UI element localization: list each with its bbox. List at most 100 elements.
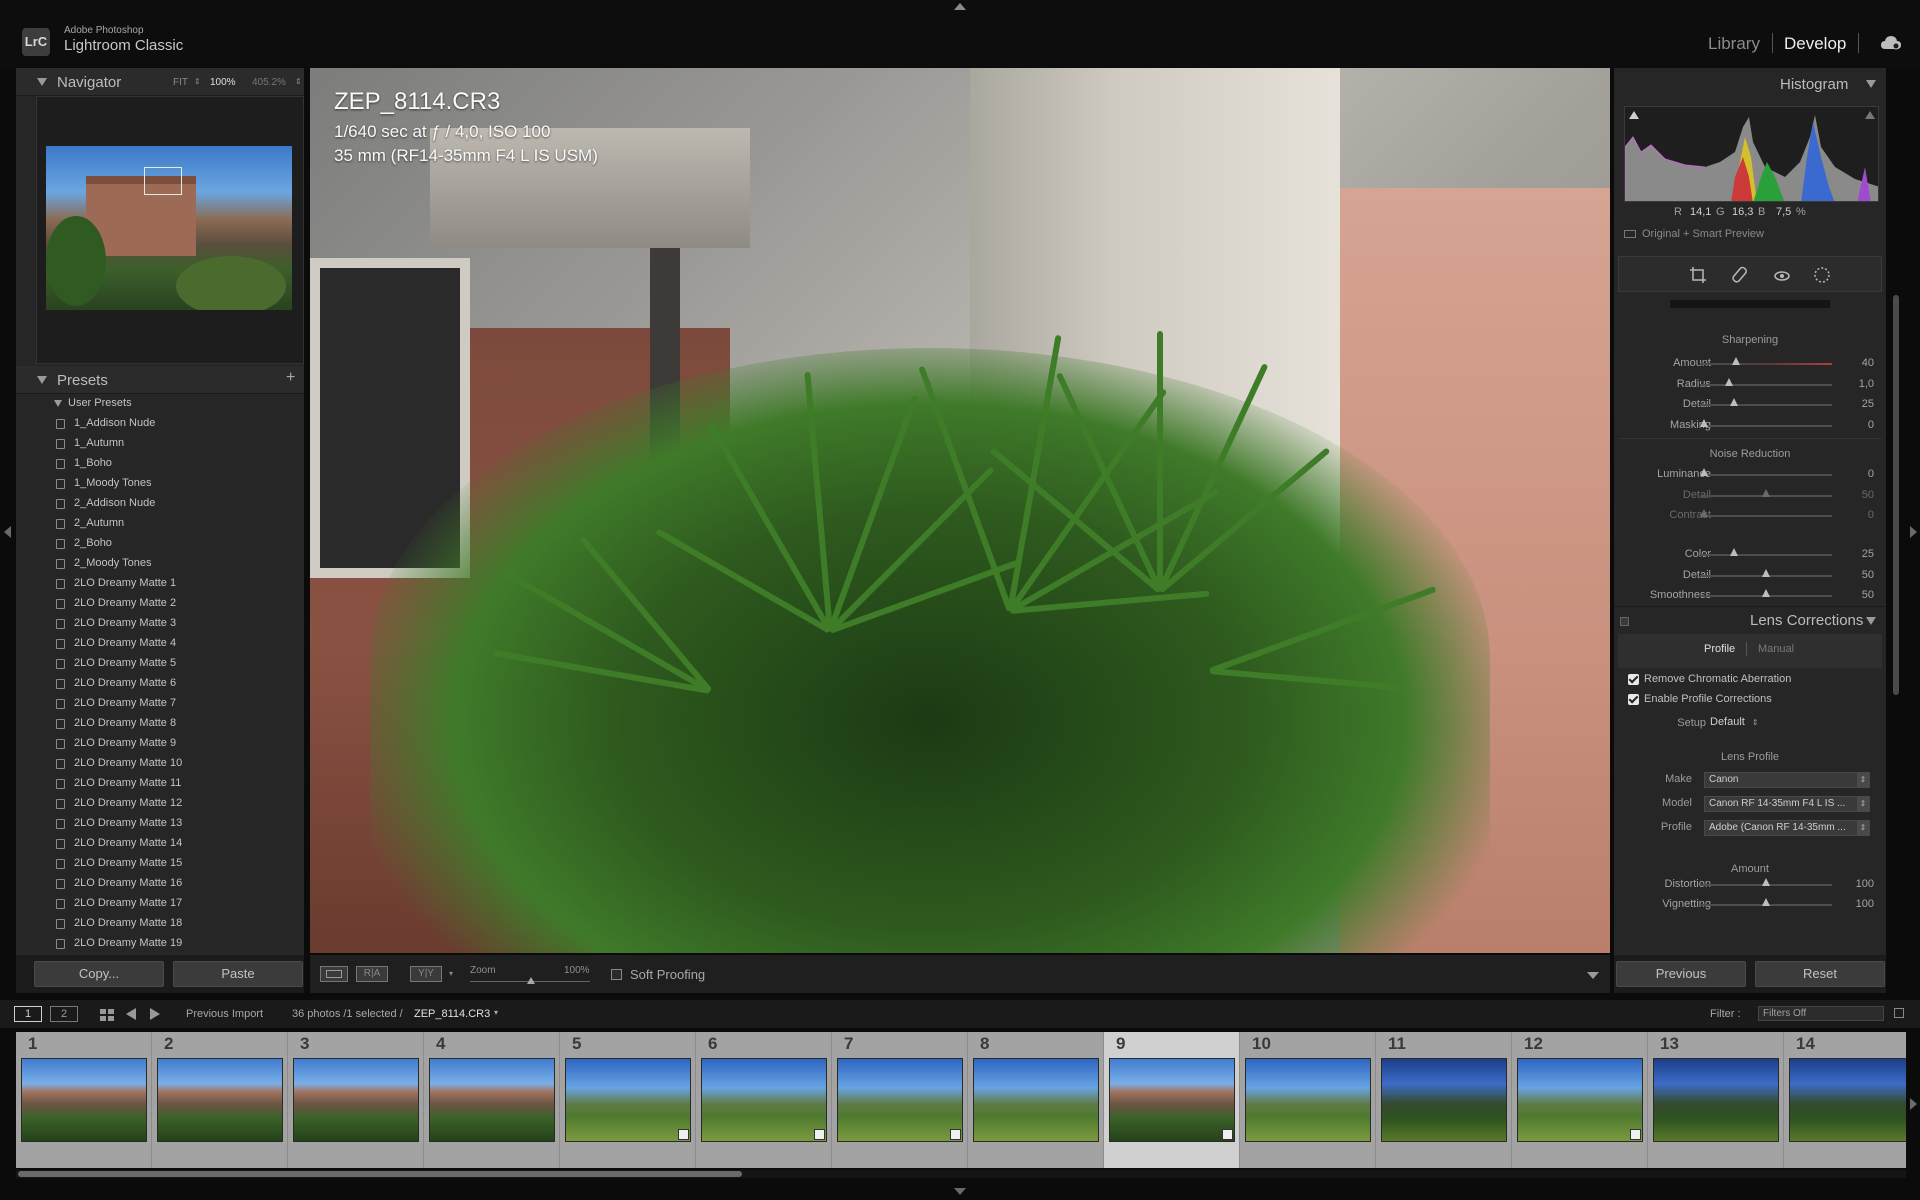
healing-icon[interactable] bbox=[1731, 266, 1749, 284]
right-panel-scrollbar[interactable] bbox=[1893, 295, 1899, 695]
slider-luminance[interactable]: Luminance 0 bbox=[1614, 466, 1886, 484]
right-panel-toggle-icon[interactable] bbox=[1910, 526, 1917, 538]
toolbar-menu-icon[interactable] bbox=[1587, 972, 1599, 979]
filmstrip-cell[interactable]: 7 bbox=[832, 1032, 968, 1168]
preset-item[interactable]: 2LO Dreamy Matte 17 bbox=[34, 894, 304, 914]
slider-value[interactable]: 50 bbox=[1862, 569, 1874, 581]
soft-proofing-checkbox[interactable] bbox=[611, 969, 622, 980]
slider-thumb[interactable] bbox=[1700, 509, 1708, 517]
preset-item[interactable]: 1_Moody Tones bbox=[34, 474, 304, 494]
main-screen-button[interactable]: 1 bbox=[14, 1006, 42, 1022]
photo-thumbnail[interactable] bbox=[1381, 1058, 1507, 1142]
slider-track[interactable] bbox=[1700, 554, 1832, 556]
photo-thumbnail[interactable] bbox=[1109, 1058, 1235, 1142]
filmstrip-cell[interactable]: 6 bbox=[696, 1032, 832, 1168]
expand-triangle-icon[interactable] bbox=[54, 400, 62, 407]
model-select[interactable]: Canon RF 14-35mm F4 L IS ... ⇕ bbox=[1704, 796, 1870, 812]
masking-icon[interactable] bbox=[1813, 266, 1831, 284]
setup-dropdown[interactable]: Default ⇕ bbox=[1710, 716, 1759, 728]
copy-button[interactable]: Copy... bbox=[34, 961, 164, 987]
preset-item[interactable]: 2LO Dreamy Matte 2 bbox=[34, 594, 304, 614]
filmstrip-cell[interactable]: 13 bbox=[1648, 1032, 1784, 1168]
filmstrip-cell[interactable]: 8 bbox=[968, 1032, 1104, 1168]
filmstrip-cell[interactable]: 1 bbox=[16, 1032, 152, 1168]
filmstrip-cell[interactable]: 2 bbox=[152, 1032, 288, 1168]
preset-item[interactable]: 2LO Dreamy Matte 13 bbox=[34, 814, 304, 834]
filmstrip-cell[interactable]: 3 bbox=[288, 1032, 424, 1168]
enable-profile-checkbox[interactable] bbox=[1628, 694, 1639, 705]
edited-badge-icon[interactable] bbox=[814, 1129, 825, 1140]
lens-corrections-header[interactable]: Lens Corrections bbox=[1614, 606, 1886, 634]
slider-track[interactable] bbox=[1700, 515, 1832, 517]
slider-value[interactable]: 100 bbox=[1856, 898, 1874, 910]
slider-thumb[interactable] bbox=[1730, 548, 1738, 556]
filmstrip-cell[interactable]: 5 bbox=[560, 1032, 696, 1168]
navigator-preview[interactable] bbox=[36, 96, 304, 364]
add-preset-icon[interactable]: + bbox=[286, 369, 295, 387]
smart-preview-status[interactable]: Original + Smart Preview bbox=[1624, 228, 1764, 240]
preset-item[interactable]: 2LO Dreamy Matte 8 bbox=[34, 714, 304, 734]
slider-thumb[interactable] bbox=[1762, 878, 1770, 886]
filmstrip-cell[interactable]: 14 bbox=[1784, 1032, 1906, 1168]
navigator-view-box[interactable] bbox=[144, 167, 182, 195]
preset-item[interactable]: 2LO Dreamy Matte 16 bbox=[34, 874, 304, 894]
filmstrip-cell[interactable]: 4 bbox=[424, 1032, 560, 1168]
slider-thumb[interactable] bbox=[1700, 468, 1708, 476]
photo-thumbnail[interactable] bbox=[157, 1058, 283, 1142]
zoom-100[interactable]: 100% bbox=[210, 77, 236, 88]
slider-thumb[interactable] bbox=[1700, 418, 1708, 427]
tab-profile[interactable]: Profile bbox=[1704, 643, 1735, 655]
edited-badge-icon[interactable] bbox=[950, 1129, 961, 1140]
highlight-clipping-icon[interactable] bbox=[1865, 111, 1875, 119]
crop-icon[interactable] bbox=[1689, 266, 1707, 284]
preset-item[interactable]: 2LO Dreamy Matte 6 bbox=[34, 674, 304, 694]
preset-item[interactable]: 2LO Dreamy Matte 5 bbox=[34, 654, 304, 674]
bottom-panel-toggle-icon[interactable] bbox=[954, 1188, 966, 1195]
photo-thumbnail[interactable] bbox=[1517, 1058, 1643, 1142]
slider-thumb[interactable] bbox=[1762, 568, 1770, 577]
slider-amount[interactable]: Amount 40 bbox=[1614, 355, 1886, 373]
second-screen-button[interactable]: 2 bbox=[50, 1006, 78, 1022]
preset-item[interactable]: 2_Addison Nude bbox=[34, 494, 304, 514]
preset-item[interactable]: 2LO Dreamy Matte 9 bbox=[34, 734, 304, 754]
filmstrip-cell[interactable]: 10 bbox=[1240, 1032, 1376, 1168]
slider-track[interactable] bbox=[1700, 404, 1832, 406]
preset-item[interactable]: 2LO Dreamy Matte 4 bbox=[34, 634, 304, 654]
presets-header[interactable]: Presets + bbox=[16, 366, 304, 394]
top-panel-toggle-icon[interactable] bbox=[954, 3, 966, 10]
slider-value[interactable]: 25 bbox=[1862, 398, 1874, 410]
filmstrip-cell[interactable]: 11 bbox=[1376, 1032, 1512, 1168]
shadow-clipping-icon[interactable] bbox=[1629, 111, 1639, 119]
slider-track[interactable] bbox=[1700, 424, 1832, 427]
module-develop[interactable]: Develop bbox=[1784, 34, 1846, 54]
slider-color[interactable]: Color 25 bbox=[1614, 546, 1886, 564]
slider-thumb[interactable] bbox=[1762, 898, 1770, 906]
edited-badge-icon[interactable] bbox=[1630, 1129, 1641, 1140]
filmstrip-scroll-right-icon[interactable] bbox=[1910, 1098, 1917, 1110]
preset-item[interactable]: 2LO Dreamy Matte 14 bbox=[34, 834, 304, 854]
slider-distortion[interactable]: Distortion 100 bbox=[1614, 876, 1886, 894]
slider-vignetting[interactable]: Vignetting 100 bbox=[1614, 896, 1886, 914]
grid-view-icon[interactable] bbox=[100, 1008, 114, 1026]
zoom-slider-thumb[interactable] bbox=[527, 977, 535, 984]
slider-track[interactable] bbox=[1700, 474, 1832, 476]
photo-thumbnail[interactable] bbox=[429, 1058, 555, 1142]
collapse-triangle-icon[interactable] bbox=[37, 78, 47, 86]
tab-manual[interactable]: Manual bbox=[1758, 643, 1794, 655]
photo-thumbnail[interactable] bbox=[973, 1058, 1099, 1142]
previous-photo-icon[interactable] bbox=[126, 1008, 136, 1020]
slider-detail[interactable]: Detail 50 bbox=[1614, 487, 1886, 505]
preset-item[interactable]: 1_Addison Nude bbox=[34, 414, 304, 434]
histogram-graph[interactable] bbox=[1624, 106, 1879, 202]
view-options-chevron-icon[interactable]: ▾ bbox=[449, 969, 453, 978]
slider-radius[interactable]: Radius 1,0 bbox=[1614, 376, 1886, 394]
filter-select[interactable]: Filters Off bbox=[1758, 1006, 1884, 1021]
preset-item[interactable]: 2_Moody Tones bbox=[34, 554, 304, 574]
slider-detail[interactable]: Detail 25 bbox=[1614, 396, 1886, 414]
left-panel-toggle-icon[interactable] bbox=[4, 526, 11, 538]
slider-thumb[interactable] bbox=[1762, 488, 1770, 497]
slider-value[interactable]: 50 bbox=[1862, 489, 1874, 501]
slider-value[interactable]: 1,0 bbox=[1859, 378, 1874, 390]
before-after-tb-button[interactable]: Y|Y bbox=[410, 966, 442, 982]
soft-proofing-label[interactable]: Soft Proofing bbox=[630, 967, 705, 982]
